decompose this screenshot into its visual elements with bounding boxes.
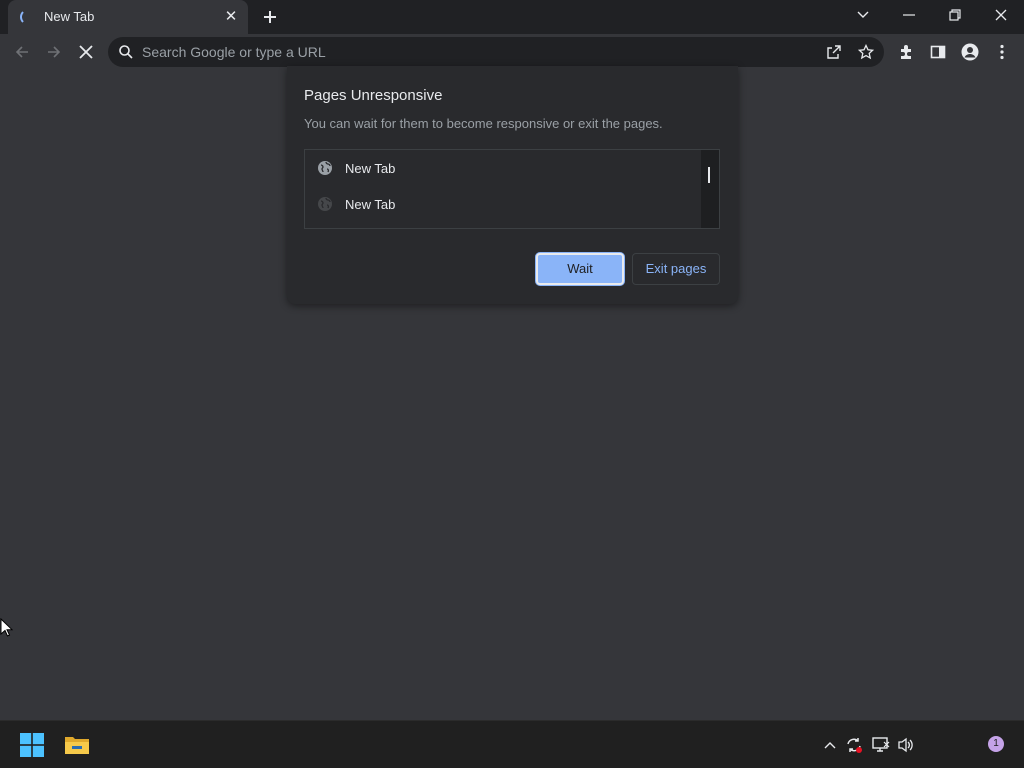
chevron-up-icon — [824, 742, 836, 749]
tab-search-button[interactable] — [840, 0, 886, 30]
list-scrollbar[interactable] — [701, 150, 719, 228]
plus-icon — [264, 11, 276, 23]
list-item-label: New Tab — [345, 161, 396, 176]
tab-title: New Tab — [44, 9, 95, 24]
folder-icon — [65, 737, 89, 754]
volume-button[interactable] — [896, 735, 916, 755]
chevron-down-icon — [857, 11, 869, 18]
extensions-button[interactable] — [892, 38, 920, 66]
tab-close-button[interactable]: ✕ — [222, 8, 240, 26]
globe-icon — [318, 197, 332, 211]
sync-status-button[interactable] — [844, 735, 864, 755]
search-icon — [119, 45, 133, 59]
sync-icon — [847, 738, 862, 753]
profile-avatar-icon — [961, 43, 979, 61]
minimize-button[interactable] — [886, 0, 932, 30]
network-monitor-icon — [872, 737, 890, 752]
globe-icon — [318, 161, 332, 175]
bookmark-star-icon[interactable] — [858, 44, 874, 60]
mouse-cursor-icon — [0, 618, 14, 637]
close-window-button[interactable] — [978, 0, 1024, 30]
stop-button[interactable] — [72, 38, 100, 66]
tab-strip: New Tab ✕ — [0, 0, 1024, 34]
pages-unresponsive-dialog: Pages Unresponsive You can wait for them… — [287, 66, 738, 304]
tab-new-tab[interactable]: New Tab ✕ — [8, 0, 248, 34]
dialog-description: You can wait for them to become responsi… — [304, 116, 663, 131]
side-panel-icon — [930, 45, 946, 59]
scrollbar-thumb[interactable] — [708, 167, 710, 183]
exit-pages-button[interactable]: Exit pages — [632, 253, 720, 285]
list-item[interactable]: New Tab — [305, 150, 701, 186]
list-item[interactable]: New Tab — [305, 186, 701, 222]
wait-button[interactable]: Wait — [536, 253, 624, 285]
minimize-icon — [903, 14, 915, 16]
kebab-menu-icon — [1000, 44, 1004, 60]
windows-logo-icon — [20, 733, 44, 757]
toolbar: Search Google or type a URL — [0, 34, 1024, 70]
stop-icon — [79, 45, 93, 59]
profile-button[interactable] — [956, 38, 984, 66]
new-tab-button[interactable] — [258, 5, 282, 29]
start-button[interactable] — [16, 729, 48, 761]
network-button[interactable] — [871, 735, 891, 755]
list-item-label: New Tab — [345, 197, 396, 212]
omnibox-placeholder: Search Google or type a URL — [142, 44, 326, 60]
taskbar — [0, 720, 1024, 768]
omnibox[interactable]: Search Google or type a URL — [108, 37, 884, 67]
back-button[interactable] — [8, 38, 36, 66]
unresponsive-pages-list[interactable]: New Tab New Tab — [304, 149, 720, 229]
dialog-title: Pages Unresponsive — [304, 87, 443, 104]
forward-button[interactable] — [40, 38, 68, 66]
arrow-right-icon — [48, 46, 61, 58]
speaker-icon — [898, 737, 913, 753]
file-explorer-button[interactable] — [61, 729, 93, 761]
notification-badge[interactable]: 1 — [988, 736, 1004, 752]
show-hidden-icons-button[interactable] — [820, 735, 840, 755]
puzzle-icon — [901, 45, 911, 59]
side-panel-button[interactable] — [924, 38, 952, 66]
arrow-left-icon — [15, 46, 28, 58]
restore-button[interactable] — [932, 0, 978, 30]
menu-button[interactable] — [988, 38, 1016, 66]
close-icon — [995, 9, 1007, 21]
share-icon[interactable] — [826, 44, 842, 60]
loading-spinner-icon — [20, 9, 36, 25]
restore-icon — [949, 9, 961, 21]
